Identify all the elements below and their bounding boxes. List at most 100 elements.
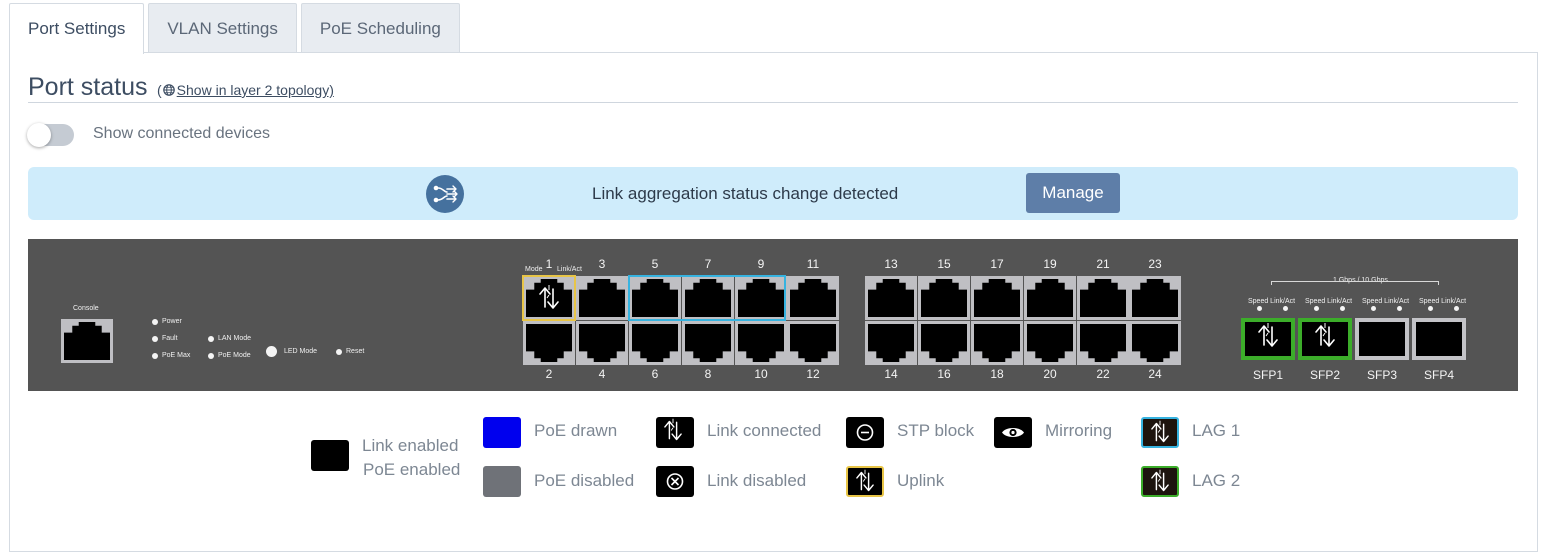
sfp-port-label: SFP2 bbox=[1309, 368, 1340, 382]
port-3[interactable] bbox=[576, 276, 628, 320]
sfp-group-bracket bbox=[1271, 281, 1439, 285]
stp-block-icon bbox=[846, 417, 884, 448]
legend-mirroring: Mirroring bbox=[1045, 421, 1113, 440]
show-connected-devices-toggle[interactable] bbox=[27, 123, 74, 147]
banner-message: Link aggregation status change detected bbox=[592, 184, 899, 203]
port-5[interactable] bbox=[629, 276, 681, 320]
port-13[interactable] bbox=[865, 276, 917, 320]
sfp-speed-label: Speed Link/Act bbox=[1419, 298, 1467, 305]
sfp-speed-led bbox=[1428, 306, 1433, 311]
link-connected-icon bbox=[1258, 323, 1278, 347]
port-number-label: 7 bbox=[704, 257, 712, 271]
sfp-port-label: SFP4 bbox=[1423, 368, 1454, 382]
tab-vlan-settings[interactable]: VLAN Settings bbox=[148, 3, 297, 53]
legend-uplink: Uplink bbox=[897, 471, 945, 490]
port-number-label: 4 bbox=[598, 367, 606, 381]
legend-lag2: LAG 2 bbox=[1192, 471, 1241, 490]
sfp-port-4[interactable] bbox=[1412, 318, 1466, 360]
port-number-label: 6 bbox=[651, 367, 659, 381]
sfp-port-2[interactable] bbox=[1298, 318, 1352, 360]
legend-poe-drawn-swatch bbox=[483, 417, 521, 448]
legend-poe-enabled: PoE enabled bbox=[363, 460, 461, 479]
manage-button[interactable]: Manage bbox=[1026, 173, 1120, 213]
port-number-label: 3 bbox=[598, 257, 606, 271]
fault-led bbox=[152, 336, 158, 342]
tab-port-settings[interactable]: Port Settings bbox=[9, 3, 145, 54]
power-led bbox=[152, 319, 158, 325]
sfp-port-1[interactable] bbox=[1241, 318, 1295, 360]
port-1[interactable] bbox=[523, 276, 575, 320]
sfp-speed-led bbox=[1314, 306, 1319, 311]
port-19[interactable] bbox=[1024, 276, 1076, 320]
poe-max-led bbox=[152, 353, 158, 359]
legend-lag1: LAG 1 bbox=[1192, 421, 1241, 440]
led-mode-label: LED Mode bbox=[284, 348, 318, 355]
port-17[interactable] bbox=[971, 276, 1023, 320]
console-port[interactable] bbox=[61, 319, 113, 363]
port-9[interactable] bbox=[735, 276, 787, 320]
topology-paren: ( bbox=[157, 82, 162, 98]
port-number-label: 12 bbox=[806, 367, 820, 381]
port-14[interactable] bbox=[865, 321, 917, 365]
port-15[interactable] bbox=[918, 276, 970, 320]
link-disabled-icon bbox=[656, 466, 694, 497]
port-18[interactable] bbox=[971, 321, 1023, 365]
port-23[interactable] bbox=[1129, 276, 1181, 320]
legend-link-connected: Link connected bbox=[707, 421, 822, 440]
port-number-label: 14 bbox=[884, 367, 898, 381]
legend-poe-disabled: PoE disabled bbox=[534, 471, 635, 490]
lag2-icon bbox=[1141, 466, 1179, 497]
tab-poe-scheduling[interactable]: PoE Scheduling bbox=[300, 3, 460, 53]
sfp-speed-label: Speed Link/Act bbox=[1248, 298, 1296, 305]
lan-mode-led-label: LAN Mode bbox=[218, 335, 252, 342]
tab-bar: Port Settings VLAN Settings PoE Scheduli… bbox=[9, 3, 464, 54]
section-header: Port status ( Show in layer 2 topology) bbox=[28, 72, 1518, 103]
link-connected-icon bbox=[1315, 323, 1335, 347]
show-topology-link[interactable]: Show in layer 2 topology) bbox=[177, 82, 334, 98]
sfp-link-led bbox=[1454, 306, 1459, 311]
port-4[interactable] bbox=[576, 321, 628, 365]
legend-poe-disabled-swatch bbox=[483, 466, 521, 497]
port-number-label: 2 bbox=[545, 367, 553, 381]
port-22[interactable] bbox=[1077, 321, 1129, 365]
port-number-label: 9 bbox=[757, 257, 765, 271]
port-number-label: 15 bbox=[937, 257, 951, 271]
port-number-label: 8 bbox=[704, 367, 712, 381]
link-connected-icon bbox=[656, 417, 694, 448]
port-number-label: 11 bbox=[806, 257, 820, 271]
port-number-label: 10 bbox=[754, 367, 768, 381]
port-21[interactable] bbox=[1077, 276, 1129, 320]
port-number-label: 1 bbox=[545, 257, 553, 271]
legend-link-disabled: Link disabled bbox=[707, 471, 807, 490]
port-10[interactable] bbox=[735, 321, 787, 365]
port-number-label: 18 bbox=[990, 367, 1004, 381]
led-mode-button[interactable] bbox=[266, 346, 277, 357]
poe-mode-led-label: PoE Mode bbox=[218, 352, 251, 359]
port-20[interactable] bbox=[1024, 321, 1076, 365]
port-16[interactable] bbox=[918, 321, 970, 365]
page-title: Port status bbox=[28, 73, 148, 101]
port-number-label: 17 bbox=[990, 257, 1004, 271]
port-number-label: 16 bbox=[937, 367, 951, 381]
port-number-label: 22 bbox=[1096, 367, 1110, 381]
port-8[interactable] bbox=[682, 321, 734, 365]
port-6[interactable] bbox=[629, 321, 681, 365]
globe-icon bbox=[162, 84, 175, 96]
fault-led-label: Fault bbox=[162, 335, 178, 342]
reset-button[interactable] bbox=[336, 349, 342, 355]
port-number-label: 20 bbox=[1043, 367, 1057, 381]
port-2[interactable] bbox=[523, 321, 575, 365]
topology-link-wrap: ( Show in layer 2 topology) bbox=[157, 82, 334, 98]
sfp-link-led bbox=[1340, 306, 1345, 311]
show-connected-devices-label: Show connected devices bbox=[93, 125, 270, 142]
legend-stp-block: STP block bbox=[897, 421, 975, 440]
legend-link-enabled: Link enabled bbox=[362, 436, 459, 455]
lag1-icon bbox=[1141, 417, 1179, 448]
port-24[interactable] bbox=[1129, 321, 1181, 365]
sfp-port-3[interactable] bbox=[1355, 318, 1409, 360]
port-12[interactable] bbox=[787, 321, 839, 365]
port-11[interactable] bbox=[787, 276, 839, 320]
port-7[interactable] bbox=[682, 276, 734, 320]
port-number-label: 23 bbox=[1148, 257, 1162, 271]
sfp-link-led bbox=[1283, 306, 1288, 311]
